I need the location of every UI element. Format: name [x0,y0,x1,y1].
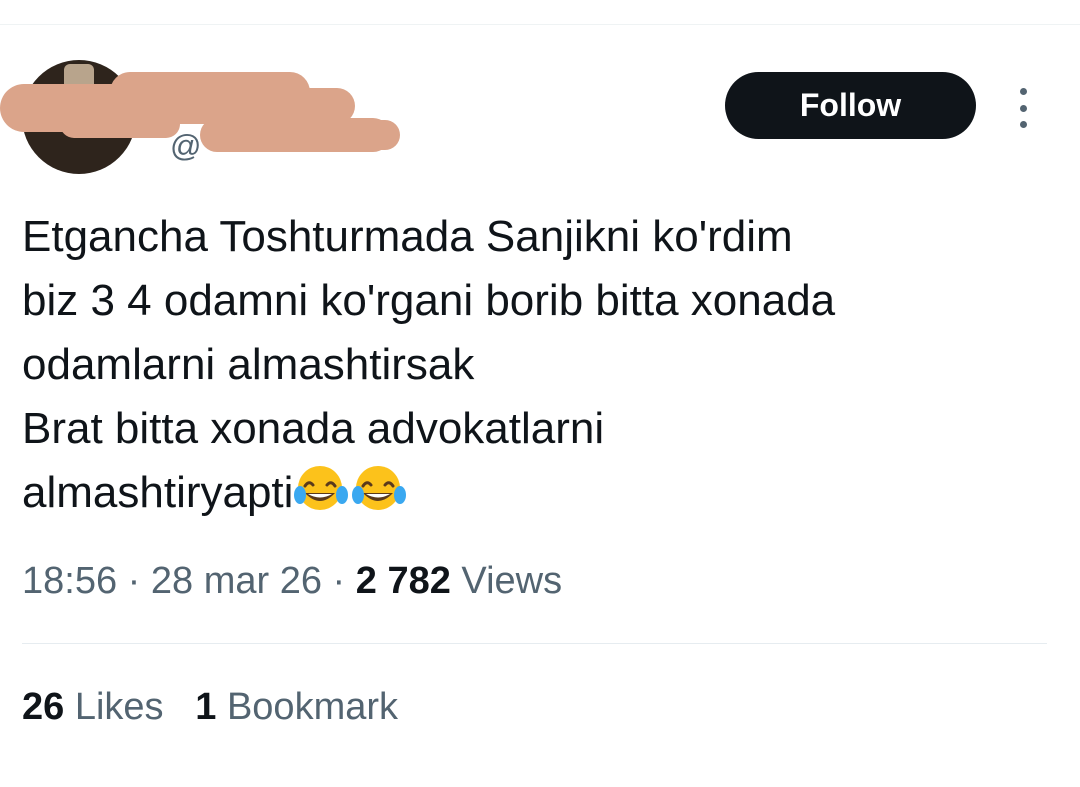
tweet-date[interactable]: 28 mar 26 [151,560,322,602]
stats-divider [22,643,1047,644]
views-count: 2 782 [355,560,451,602]
engagement-stats: 26 Likes 1 Bookmark [22,686,398,729]
tweet-text: Etgancha Toshturmada Sanjikni ko'rdim bi… [22,205,1052,531]
follow-button[interactable]: Follow [725,72,976,139]
bookmarks-stat[interactable]: 1 Bookmark [195,686,398,728]
bookmarks-count: 1 [195,686,217,728]
more-options-icon[interactable] [1012,88,1034,128]
tweet-body: Etgancha Toshturmada Sanjikni ko'rdim bi… [22,212,836,517]
likes-count: 26 [22,686,65,728]
views-label: Views [461,560,563,602]
top-divider [0,24,1080,25]
tweet-time[interactable]: 18:56 [22,560,117,602]
face-with-tears-of-joy-icon [293,463,351,531]
bookmarks-label: Bookmark [226,686,399,728]
tweet-meta: 18:56 · 28 mar 26 · 2 782 Views [22,560,562,603]
meta-separator: · [127,560,141,602]
face-with-tears-of-joy-icon [351,463,409,531]
likes-label: Likes [74,686,164,728]
meta-separator: · [332,560,346,602]
likes-stat[interactable]: 26 Likes [22,686,164,728]
